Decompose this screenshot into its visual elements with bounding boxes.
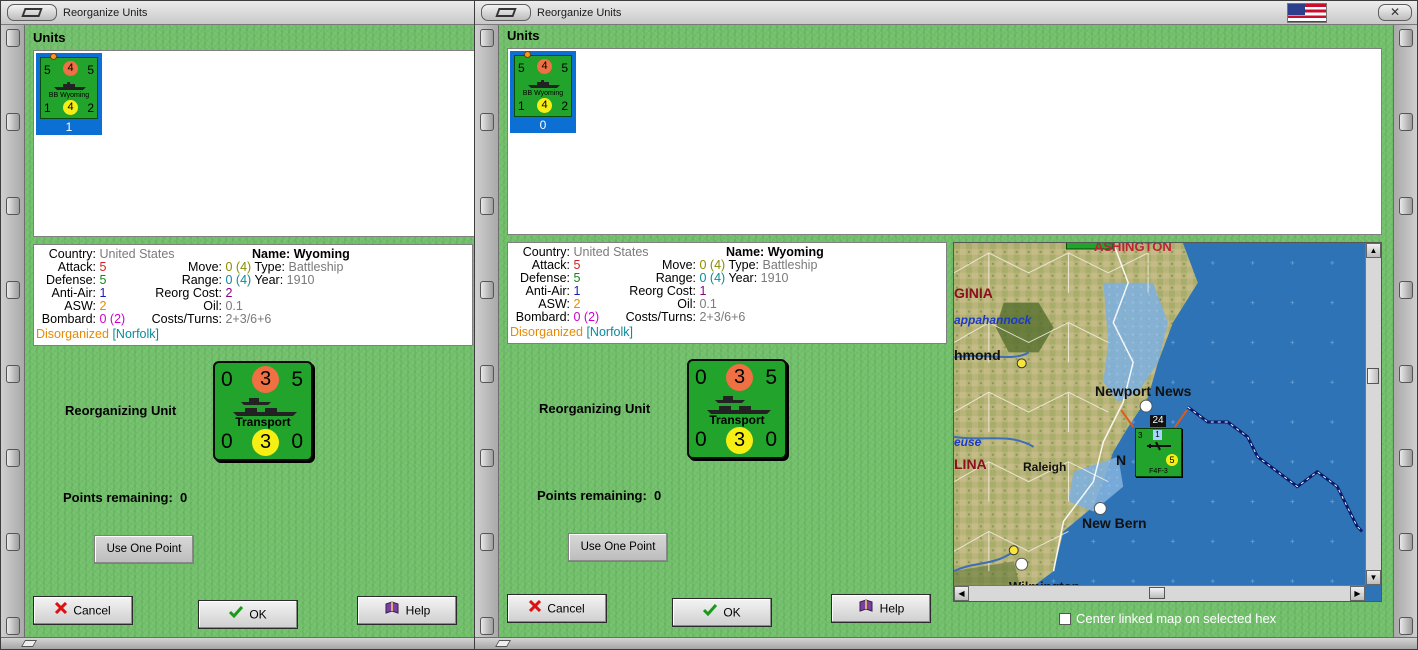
us-flag-icon <box>1287 3 1327 23</box>
supply-dot-icon <box>524 51 531 58</box>
unit-defense-circle: 4 <box>63 100 78 115</box>
linked-map[interactable]: ASHINGTON GINIA appahannock hmond Newpor… <box>953 242 1382 602</box>
unit-attack-right: 5 <box>561 61 568 75</box>
scroll-left-arrow-icon[interactable]: ◀ <box>954 586 969 601</box>
left-titlebar: Reorganize Units <box>1 1 482 25</box>
map-label-washington: ASHINGTON <box>1094 242 1172 254</box>
ok-button[interactable]: OK <box>672 598 772 627</box>
close-button[interactable]: ✕ <box>1378 4 1412 21</box>
horizontal-scroll-thumb[interactable] <box>1149 587 1165 599</box>
scroll-right-arrow-icon[interactable]: ▶ <box>1350 586 1365 601</box>
transport-ships-icon <box>233 398 297 416</box>
use-one-point-button[interactable]: Use One Point <box>94 535 194 564</box>
unit-defense-circle: 4 <box>537 98 552 113</box>
map-horizontal-scrollbar[interactable]: ◀ ▶ <box>954 585 1365 601</box>
points-remaining: Points remaining: 0 <box>537 488 662 503</box>
checkmark-icon <box>229 601 244 628</box>
unit-stats-panel: Country: United States Name: Wyoming Att… <box>507 242 947 344</box>
location-label: [Norfolk] <box>112 327 159 341</box>
points-remaining: Points remaining: 0 <box>63 490 188 505</box>
help-book-icon <box>384 597 400 624</box>
help-button[interactable]: Help <box>357 596 457 625</box>
help-button[interactable]: Help <box>831 594 931 623</box>
system-menu-button[interactable] <box>481 4 531 21</box>
map-stack-count: 24 <box>1150 415 1166 427</box>
cancel-button[interactable]: Cancel <box>33 596 133 625</box>
unit-stats-panel: Country: United States Name: Wyoming Att… <box>33 244 473 346</box>
system-menu-button[interactable] <box>7 4 57 21</box>
help-book-icon <box>858 595 874 622</box>
unit-counter-bb-wyoming[interactable]: 5 4 5 BB Wyoming 1 4 2 <box>40 53 98 119</box>
unit-defense-right: 2 <box>87 101 94 115</box>
map-label-raleigh: Raleigh <box>1023 460 1067 474</box>
transport-counter: 0 3 5 Transport 0 3 0 <box>687 359 787 459</box>
vertical-scroll-thumb[interactable] <box>1367 368 1379 384</box>
units-list[interactable]: 5 4 5 BB Wyoming 1 4 2 0 <box>507 48 1382 235</box>
unit-tile-selected[interactable]: 5 4 5 BB Wyoming 1 4 2 0 <box>510 51 576 133</box>
reorganizing-unit-label: Reorganizing Unit <box>539 401 651 416</box>
unit-name-label: BB Wyoming <box>522 90 564 97</box>
cancel-button[interactable]: Cancel <box>507 594 607 623</box>
unit-defense-left: 1 <box>518 99 525 113</box>
battleship-icon <box>54 82 86 90</box>
checkbox-box[interactable] <box>1059 612 1071 625</box>
map-vertical-scrollbar[interactable]: ▲ ▼ <box>1365 243 1381 585</box>
units-list[interactable]: 5 4 5 BB Wyoming 1 4 2 1 <box>33 50 476 237</box>
ok-button[interactable]: OK <box>198 600 298 629</box>
map-label-neuse: euse <box>954 435 982 449</box>
status-disorganized: Disorganized <box>36 327 109 341</box>
unit-attack-right: 5 <box>87 63 94 77</box>
units-heading: Units <box>507 28 540 43</box>
x-icon <box>529 595 542 622</box>
unit-attack-left: 5 <box>518 61 525 75</box>
map-label-richmond: hmond <box>954 347 1001 363</box>
status-disorganized: Disorganized <box>510 325 583 339</box>
unit-defense-left: 1 <box>44 101 51 115</box>
unit-attack-circle: 4 <box>537 59 552 74</box>
unit-counter-bb-wyoming[interactable]: 5 4 5 BB Wyoming 1 4 2 <box>514 51 572 117</box>
unit-attack-circle: 4 <box>63 61 78 76</box>
transport-ships-icon <box>707 396 771 414</box>
units-heading: Units <box>33 30 66 45</box>
left-window-bottom-bar <box>1 637 482 649</box>
right-window-left-rail <box>475 25 499 637</box>
map-label-norfolk: N <box>1116 452 1127 468</box>
right-window-right-rail <box>1393 25 1417 637</box>
left-reorganize-window: Reorganize Units Units 5 4 5 BB Wyoming … <box>0 0 483 650</box>
supply-dot-icon <box>50 53 57 60</box>
location-label: [Norfolk] <box>586 325 633 339</box>
fighter-plane-icon <box>1147 441 1171 451</box>
scroll-down-arrow-icon[interactable]: ▼ <box>1366 570 1381 585</box>
unit-name-label: BB Wyoming <box>48 92 90 99</box>
center-linked-map-checkbox[interactable]: Center linked map on selected hex <box>1059 610 1276 626</box>
unit-defense-right: 2 <box>561 99 568 113</box>
window-title: Reorganize Units <box>63 7 148 19</box>
unit-tile-selected[interactable]: 5 4 5 BB Wyoming 1 4 2 1 <box>36 53 102 135</box>
unit-attack-left: 5 <box>44 63 51 77</box>
battleship-icon <box>528 80 560 88</box>
unit-count: 0 <box>539 118 547 132</box>
map-unit-counter-f4f3[interactable]: 3 1 5 F4F-3 <box>1135 428 1182 477</box>
window-title: Reorganize Units <box>537 7 622 19</box>
checkmark-icon <box>703 599 718 626</box>
right-reorganize-window: Reorganize Units ✕ Units 5 4 5 BB Wyomin… <box>474 0 1418 650</box>
map-label-virginia: GINIA <box>954 285 993 301</box>
map-terrain <box>954 243 1381 601</box>
left-window-left-rail <box>1 25 25 637</box>
unit-count: 1 <box>65 120 73 134</box>
scroll-up-arrow-icon[interactable]: ▲ <box>1366 243 1381 258</box>
transport-counter: 0 3 5 Transport 0 3 0 <box>213 361 313 461</box>
reorganizing-unit-label: Reorganizing Unit <box>65 403 177 418</box>
right-titlebar: Reorganize Units ✕ <box>475 1 1417 25</box>
map-label-new-bern: New Bern <box>1082 515 1147 531</box>
x-icon <box>55 597 68 624</box>
map-label-carolina: LINA <box>954 456 987 472</box>
map-label-rappahannock: appahannock <box>954 313 1032 327</box>
right-window-bottom-bar <box>475 637 1417 649</box>
use-one-point-button[interactable]: Use One Point <box>568 533 668 562</box>
map-label-newport-news: Newport News <box>1095 383 1192 399</box>
